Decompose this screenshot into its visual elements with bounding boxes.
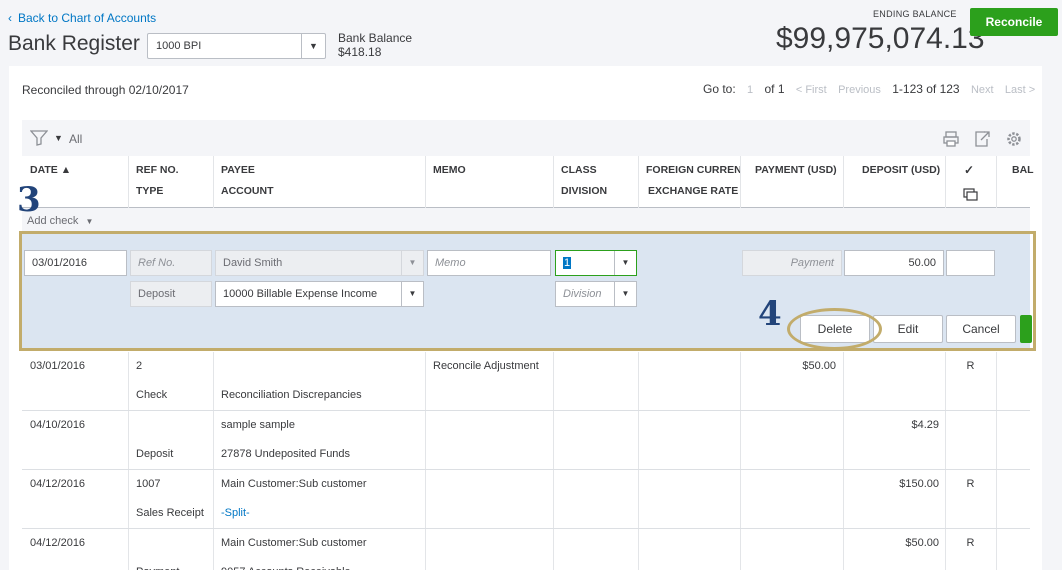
annotation-step-4: 4 xyxy=(758,294,782,334)
column-header-division[interactable]: DIVISION xyxy=(561,185,607,197)
attachment-icon xyxy=(963,188,978,201)
annotation-ring xyxy=(787,308,882,350)
export-icon[interactable] xyxy=(973,130,991,148)
cell-deposit: $150.00 xyxy=(899,478,939,490)
cell-ref: 2 xyxy=(136,360,143,372)
gear-icon[interactable] xyxy=(1005,130,1023,148)
back-link-label: Back to Chart of Accounts xyxy=(18,11,157,25)
next-page-link[interactable]: Next xyxy=(971,84,994,96)
cell-type: Check xyxy=(136,389,168,401)
cell-rec: R xyxy=(966,537,975,549)
chevron-down-icon[interactable]: ▼ xyxy=(301,34,325,58)
column-header-account[interactable]: ACCOUNT xyxy=(221,185,274,197)
cell-type: Deposit xyxy=(136,448,174,460)
cell-payee: Main Customer:Sub customer xyxy=(221,537,367,549)
filter-icon[interactable] xyxy=(30,130,48,146)
cell-rec: R xyxy=(966,478,975,490)
filter-label[interactable]: All xyxy=(69,132,82,146)
cell-type: Payment xyxy=(136,566,179,570)
column-header-memo[interactable]: MEMO xyxy=(433,164,466,176)
cell-account: Reconciliation Discrepancies xyxy=(221,389,362,401)
column-header-class[interactable]: CLASS xyxy=(561,164,597,176)
page-of: of 1 xyxy=(764,82,785,96)
pager: Go to: 1 of 1 < First Previous 1-123 of … xyxy=(703,82,1043,96)
chevron-left-icon: ‹ xyxy=(8,11,12,25)
print-icon[interactable] xyxy=(942,130,960,148)
chevron-down-icon: ▼ xyxy=(85,217,94,226)
bank-balance-label: Bank Balance xyxy=(338,31,413,45)
account-select[interactable]: 1000 BPI ▼ xyxy=(147,33,326,59)
column-header-balance[interactable]: BAL xyxy=(1012,164,1034,176)
annotation-frame xyxy=(19,231,1036,351)
goto-label: Go to: xyxy=(703,82,736,96)
column-header-type[interactable]: TYPE xyxy=(136,185,163,197)
bank-balance-value: $418.18 xyxy=(338,45,382,59)
back-to-chart-link[interactable]: ‹ Back to Chart of Accounts xyxy=(8,11,156,25)
cell-rec: R xyxy=(966,360,975,372)
cell-date: 03/01/2016 xyxy=(30,360,86,372)
first-page-link[interactable]: < First xyxy=(796,84,827,96)
last-page-link[interactable]: Last > xyxy=(1005,84,1035,96)
previous-page-link[interactable]: Previous xyxy=(838,84,881,96)
add-check-bar xyxy=(22,208,1030,232)
register-toolbar xyxy=(22,120,1030,156)
cell-account: 9057 Accounts Receivable xyxy=(221,566,351,570)
column-header-foreign-currency[interactable]: FOREIGN CURRENC xyxy=(646,164,740,176)
page-title: Bank Register xyxy=(8,32,140,55)
cell-deposit: $4.29 xyxy=(911,419,939,431)
reconcile-button[interactable]: Reconcile xyxy=(970,8,1058,36)
cell-memo: Reconcile Adjustment xyxy=(433,360,539,372)
page-range: 1-123 of 123 xyxy=(892,82,960,96)
column-header-date[interactable]: DATE ▲ xyxy=(30,164,71,176)
cell-type: Sales Receipt xyxy=(136,507,204,519)
column-header-payee[interactable]: PAYEE xyxy=(221,164,255,176)
column-header-exchange-rate[interactable]: EXCHANGE RATE xyxy=(648,185,738,197)
account-select-value: 1000 BPI xyxy=(156,40,202,52)
page-input[interactable]: 1 xyxy=(747,84,753,96)
cell-ref: 1007 xyxy=(136,478,161,490)
column-header-ref-no[interactable]: REF NO. xyxy=(136,164,179,176)
cell-payee: sample sample xyxy=(221,419,295,431)
cell-payee: Main Customer:Sub customer xyxy=(221,478,367,490)
cell-date: 04/10/2016 xyxy=(30,419,86,431)
column-header-reconciled[interactable]: ✓ xyxy=(964,163,974,177)
cell-date: 04/12/2016 xyxy=(30,478,86,490)
column-header-deposit[interactable]: DEPOSIT (USD) xyxy=(862,164,940,176)
cell-account: 27878 Undeposited Funds xyxy=(221,448,351,460)
annotation-step-3: 3 xyxy=(17,180,41,220)
column-header-payment[interactable]: PAYMENT (USD) xyxy=(755,164,837,176)
cell-deposit: $50.00 xyxy=(905,537,939,549)
ending-balance-value: $99,975,074.13 xyxy=(776,22,985,55)
cell-account: -Split- xyxy=(221,507,250,519)
filter-caret-icon[interactable]: ▼ xyxy=(54,133,63,143)
reconciled-through: Reconciled through 02/10/2017 xyxy=(22,83,189,97)
cell-date: 04/12/2016 xyxy=(30,537,86,549)
cell-payment: $50.00 xyxy=(802,360,836,372)
ending-balance-label: ENDING BALANCE xyxy=(873,9,957,19)
